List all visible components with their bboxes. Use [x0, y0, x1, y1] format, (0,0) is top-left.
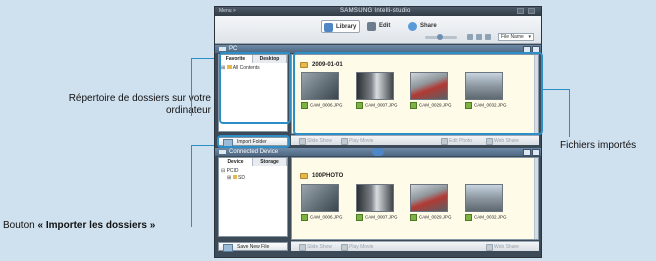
expand-icon: ⊟ — [221, 168, 226, 174]
edit-photo-icon — [441, 138, 448, 145]
tab-library[interactable]: Library — [321, 20, 361, 33]
brand-label: SAMSUNG Intelli-studio — [340, 8, 411, 14]
library-icon — [324, 23, 333, 32]
device-tabs: Device Storage — [219, 158, 287, 166]
tab-edit-label: Edit — [379, 23, 391, 29]
panel-maximize-icon[interactable] — [532, 149, 540, 156]
photo-icon — [356, 214, 363, 221]
device-folder-pane: Device Storage ⊟ PCID ⊞ SD — [218, 157, 288, 237]
app-window: Menu > SAMSUNG Intelli-studio Library Ed… — [214, 6, 543, 258]
monitor-icon — [219, 47, 226, 51]
tab-edit[interactable]: Edit — [365, 20, 393, 33]
slide-show-button[interactable]: Slide Show — [299, 138, 332, 145]
tab-share[interactable]: Share — [406, 20, 440, 33]
photo-icon — [465, 214, 472, 221]
callout-imported-text: Fichiers importés — [560, 140, 637, 151]
tab-storage[interactable]: Storage — [253, 158, 287, 166]
sort-select[interactable]: File Name ▾ — [498, 33, 534, 41]
slide-show-button[interactable]: Slide Show — [299, 244, 332, 251]
import-button-highlight — [217, 135, 290, 148]
connector-import — [191, 145, 192, 227]
play-movie-button[interactable]: Play Movie — [341, 138, 373, 145]
photo-thumbnail[interactable] — [410, 184, 448, 212]
title-bar: Menu > SAMSUNG Intelli-studio — [215, 7, 541, 16]
zoom-knob[interactable] — [437, 34, 443, 40]
device-content-pane: 100PHOTO CAM_0006.JPG CAM_0007.JPG CAM_0… — [291, 157, 539, 240]
file-caption: CAM_0006.JPG — [301, 214, 343, 221]
photo-icon — [301, 214, 308, 221]
save-new-file-button[interactable]: Save New File — [218, 242, 288, 252]
edit-icon — [367, 22, 376, 31]
share-icon — [408, 22, 417, 31]
callout-folders: Répertoire de dossiers sur votre ordinat… — [56, 93, 211, 117]
panel-minimize-icon[interactable] — [523, 149, 531, 156]
chevron-down-icon: ▾ — [528, 34, 531, 40]
close-icon[interactable] — [528, 8, 535, 14]
content-highlight — [293, 52, 543, 135]
web-share-button[interactable]: Web Share — [486, 244, 519, 251]
device-scrollbar[interactable] — [534, 158, 538, 239]
connector-folders — [191, 58, 192, 116]
device-tree-label: SD — [237, 175, 245, 181]
device-panel-header: Connected Device — [215, 148, 541, 156]
slideshow-icon — [299, 244, 306, 251]
main-toolbar: Library Edit Share File Name ▾ — [215, 16, 541, 44]
view-grid-icon[interactable] — [467, 34, 473, 40]
edit-photo-button[interactable]: Edit Photo — [441, 138, 472, 145]
callout-import-button: Bouton « Importer les dossiers » — [3, 220, 213, 232]
sd-card-icon — [232, 175, 237, 179]
photo-thumbnail[interactable] — [465, 184, 503, 212]
tab-device[interactable]: Device — [219, 158, 253, 166]
device-icon — [219, 150, 226, 154]
save-icon — [223, 244, 233, 252]
pc-action-bar: Slide Show Play Movie Edit Photo Web Sha… — [291, 135, 539, 145]
play-icon — [341, 138, 348, 145]
file-caption: CAM_0032.JPG — [465, 214, 507, 221]
callout-imported-files: Fichiers importés — [560, 140, 656, 152]
sync-icon[interactable] — [372, 148, 384, 156]
connector-import-top — [191, 145, 215, 146]
tab-library-label: Library — [336, 24, 357, 30]
photo-thumbnail[interactable] — [356, 184, 394, 212]
device-action-bar: Slide Show Play Movie Web Share — [291, 241, 539, 251]
device-folder-row: 100PHOTO — [300, 172, 343, 180]
slideshow-icon — [299, 138, 306, 145]
device-tree-item[interactable]: ⊞ SD — [227, 175, 245, 181]
connector-files — [542, 89, 570, 90]
tab-share-label: Share — [420, 23, 437, 29]
folder-icon — [300, 173, 308, 179]
device-tree-label: PCID — [226, 168, 239, 174]
folder-pane-highlight — [219, 52, 291, 124]
photo-thumbnail[interactable] — [301, 184, 339, 212]
device-panel-title: Connected Device — [229, 149, 279, 155]
play-movie-button[interactable]: Play Movie — [341, 244, 373, 251]
photo-icon — [410, 214, 417, 221]
sort-value: File Name — [501, 34, 524, 40]
play-icon — [341, 244, 348, 251]
minimize-icon[interactable] — [517, 8, 524, 14]
view-detail-icon[interactable] — [476, 34, 482, 40]
web-share-button[interactable]: Web Share — [486, 138, 519, 145]
globe-icon — [486, 244, 493, 251]
file-caption: CAM_0029.JPG — [410, 214, 452, 221]
callout-import-prefix: Bouton — [3, 220, 35, 231]
globe-icon — [486, 138, 493, 145]
save-new-file-label: Save New File — [237, 244, 270, 250]
view-list-icon[interactable] — [485, 34, 491, 40]
device-tree-item[interactable]: ⊟ PCID — [221, 168, 239, 174]
menu-label[interactable]: Menu > — [219, 7, 236, 16]
file-caption: CAM_0007.JPG — [356, 214, 398, 221]
expand-icon: ⊞ — [227, 175, 232, 181]
callout-folders-text: Répertoire de dossiers sur votre ordinat… — [68, 93, 211, 116]
callout-import-bold: « Importer les dossiers » — [37, 220, 156, 231]
connector-files-v — [569, 89, 570, 137]
